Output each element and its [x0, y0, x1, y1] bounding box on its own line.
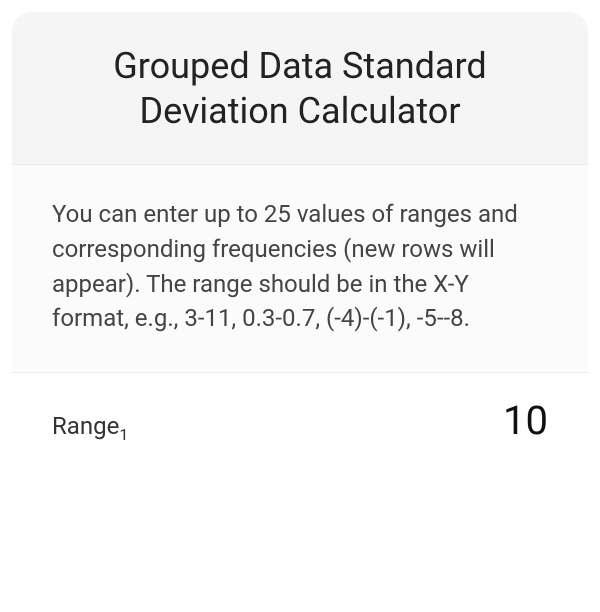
- range1-label-text: Range: [52, 412, 119, 440]
- calculator-card: Grouped Data Standard Deviation Calculat…: [12, 12, 588, 588]
- range1-subscript: 1: [119, 425, 128, 444]
- page-title: Grouped Data Standard Deviation Calculat…: [52, 44, 548, 134]
- input-row-range1: Range1 10: [12, 373, 588, 588]
- range1-label: Range1: [52, 412, 128, 444]
- description-block: You can enter up to 25 values of ranges …: [12, 164, 588, 373]
- header: Grouped Data Standard Deviation Calculat…: [12, 12, 588, 164]
- range1-input[interactable]: 10: [503, 397, 548, 444]
- description-text: You can enter up to 25 values of ranges …: [52, 197, 548, 336]
